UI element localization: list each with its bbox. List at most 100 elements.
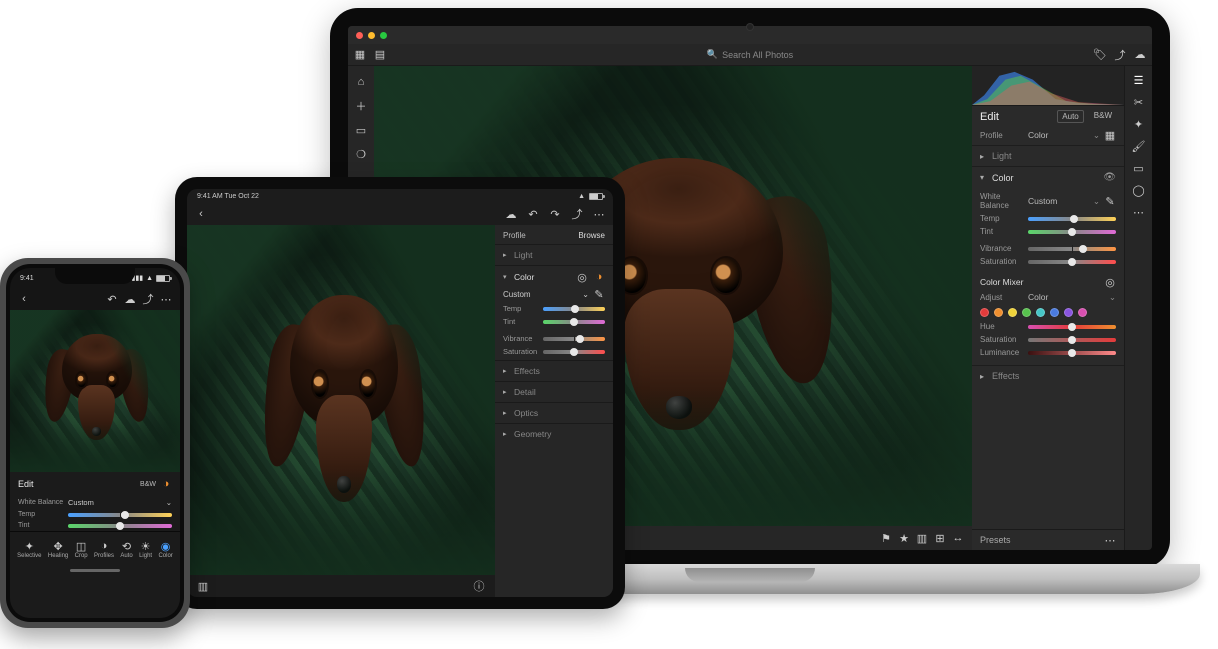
wb-dropdown[interactable]: Custom ⌄	[503, 290, 589, 299]
home-icon[interactable]: ⌂	[355, 76, 367, 88]
cloud-icon[interactable]: ☁	[505, 208, 517, 220]
cloud-icon[interactable]: ☁	[124, 293, 136, 305]
back-icon[interactable]: ‹	[195, 208, 207, 220]
cloud-icon[interactable]: ☁	[1134, 49, 1146, 61]
tablet-status-bar: 9:41 AM Tue Oct 22 ▲	[187, 189, 613, 203]
mixer-icon[interactable]: ◑	[160, 478, 172, 490]
expand-icon[interactable]: ↔	[952, 532, 964, 544]
profile-grid-icon[interactable]: ▦	[1104, 129, 1116, 141]
laptop-trackpad-notch	[685, 568, 815, 582]
learn-icon[interactable]: ❍	[355, 148, 367, 160]
selective-tool[interactable]: ✦Selective	[17, 540, 41, 559]
healing-icon[interactable]: ✦	[1133, 118, 1145, 130]
temp-slider[interactable]	[543, 307, 605, 311]
auto-tool[interactable]: ⟲Auto	[120, 540, 132, 559]
bw-button[interactable]: B&W	[140, 481, 156, 488]
share-icon[interactable]: ⤴	[142, 293, 154, 305]
wb-dropdown[interactable]: Custom ⌄	[1028, 196, 1100, 207]
section-color[interactable]: ▾Color ◎ ◑	[495, 268, 613, 286]
my-photos-icon[interactable]: ▦	[354, 49, 366, 61]
adjust-dropdown[interactable]: Color ⌄	[1028, 292, 1116, 303]
traffic-min-icon[interactable]	[368, 32, 375, 39]
wifi-icon: ▲	[578, 193, 585, 200]
saturation-slider[interactable]	[543, 350, 605, 354]
profile-dropdown[interactable]: Color ⌄	[1028, 130, 1100, 141]
edit-sliders-icon[interactable]: ☰	[1133, 74, 1145, 86]
vibrance-label: Vibrance	[503, 334, 539, 343]
eyedropper-icon[interactable]: ✎	[593, 288, 605, 300]
hue-label: Hue	[980, 322, 1024, 331]
undo-icon[interactable]: ↶	[106, 293, 118, 305]
section-light[interactable]: ▸Light	[972, 148, 1124, 164]
vibrance-slider[interactable]	[543, 337, 605, 341]
auto-button[interactable]: Auto	[1057, 110, 1083, 123]
vibrance-slider[interactable]	[1028, 247, 1116, 251]
section-geometry[interactable]: ▸Geometry	[495, 426, 613, 442]
traffic-max-icon[interactable]	[380, 32, 387, 39]
tint-slider[interactable]	[543, 320, 605, 324]
bw-button[interactable]: B&W	[1090, 110, 1116, 123]
temp-slider[interactable]	[68, 513, 172, 517]
tablet-photo-canvas[interactable]	[187, 225, 495, 575]
temp-label: Temp	[18, 511, 64, 518]
brush-icon[interactable]: 🖌	[1133, 140, 1145, 152]
section-color[interactable]: ▾Color 👁	[972, 169, 1124, 186]
redo-icon[interactable]: ↷	[549, 208, 561, 220]
share-icon[interactable]: ⤴	[1114, 49, 1126, 61]
zoom-fit-icon[interactable]: ⊞	[934, 532, 946, 544]
back-icon[interactable]: ‹	[18, 293, 30, 305]
eyedropper-icon[interactable]: ✎	[1104, 195, 1116, 207]
info-icon[interactable]: ⓘ	[473, 580, 485, 592]
color-tool[interactable]: ◉Color	[158, 540, 172, 559]
target-icon[interactable]: ◎	[1104, 276, 1116, 288]
section-detail[interactable]: ▸Detail	[495, 384, 613, 400]
star-icon[interactable]: ★	[898, 532, 910, 544]
section-effects[interactable]: ▸Effects	[495, 363, 613, 379]
mix-sat-slider[interactable]	[1028, 338, 1116, 342]
albums-icon[interactable]: ▭	[355, 124, 367, 136]
target-icon[interactable]: ◎	[576, 271, 588, 283]
flag-icon[interactable]: ⚑	[880, 532, 892, 544]
linear-grad-icon[interactable]: ▭	[1133, 162, 1145, 174]
temp-label: Temp	[503, 304, 539, 313]
settings-icon[interactable]: ⋯	[593, 208, 605, 220]
temp-slider[interactable]	[1028, 217, 1116, 221]
wb-dropdown[interactable]: Custom ⌄	[68, 498, 172, 507]
eye-icon[interactable]: 👁	[1103, 172, 1116, 183]
more-icon[interactable]: ⋯	[1133, 206, 1145, 218]
undo-icon[interactable]: ↶	[527, 208, 539, 220]
presets-button[interactable]: Presets	[980, 535, 1011, 545]
more-icon[interactable]: ⋯	[160, 293, 172, 305]
phone-notch	[55, 268, 135, 284]
section-optics[interactable]: ▸Optics	[495, 405, 613, 421]
mixer-icon[interactable]: ◑	[593, 271, 605, 283]
mix-lum-slider[interactable]	[1028, 351, 1116, 355]
histogram[interactable]	[972, 66, 1124, 106]
phone-photo-canvas[interactable]	[10, 310, 180, 472]
crop-tool[interactable]: ◫Crop	[75, 540, 88, 559]
section-light[interactable]: ▸Light	[495, 247, 613, 263]
section-effects[interactable]: ▸Effects	[972, 368, 1124, 384]
home-indicator[interactable]	[70, 569, 120, 572]
share-icon[interactable]: ⤴	[571, 208, 583, 220]
presets-menu-icon[interactable]: ⋯	[1104, 534, 1116, 546]
tag-icon[interactable]: 🏷	[1094, 49, 1106, 61]
add-icon[interactable]: ＋	[355, 100, 367, 112]
filmstrip-toggle-icon[interactable]: ▥	[197, 580, 209, 592]
radial-grad-icon[interactable]: ◯	[1133, 184, 1145, 196]
saturation-slider[interactable]	[1028, 260, 1116, 264]
tint-slider[interactable]	[1028, 230, 1116, 234]
profiles-tool[interactable]: ◑Profiles	[94, 540, 114, 559]
chevron-down-icon: ⌄	[166, 498, 172, 507]
tint-slider[interactable]	[68, 524, 172, 528]
profile-value[interactable]: Browse	[578, 231, 605, 240]
traffic-close-icon[interactable]	[356, 32, 363, 39]
search-box[interactable]: 🔍 Search All Photos	[707, 49, 793, 60]
grid-view-icon[interactable]: ▤	[374, 49, 386, 61]
healing-tool[interactable]: ✥Healing	[48, 540, 68, 559]
hue-slider[interactable]	[1028, 325, 1116, 329]
compare-icon[interactable]: ▥	[916, 532, 928, 544]
light-tool[interactable]: ☀Light	[139, 540, 152, 559]
color-swatches[interactable]	[972, 305, 1124, 320]
crop-icon[interactable]: ✂	[1133, 96, 1145, 108]
